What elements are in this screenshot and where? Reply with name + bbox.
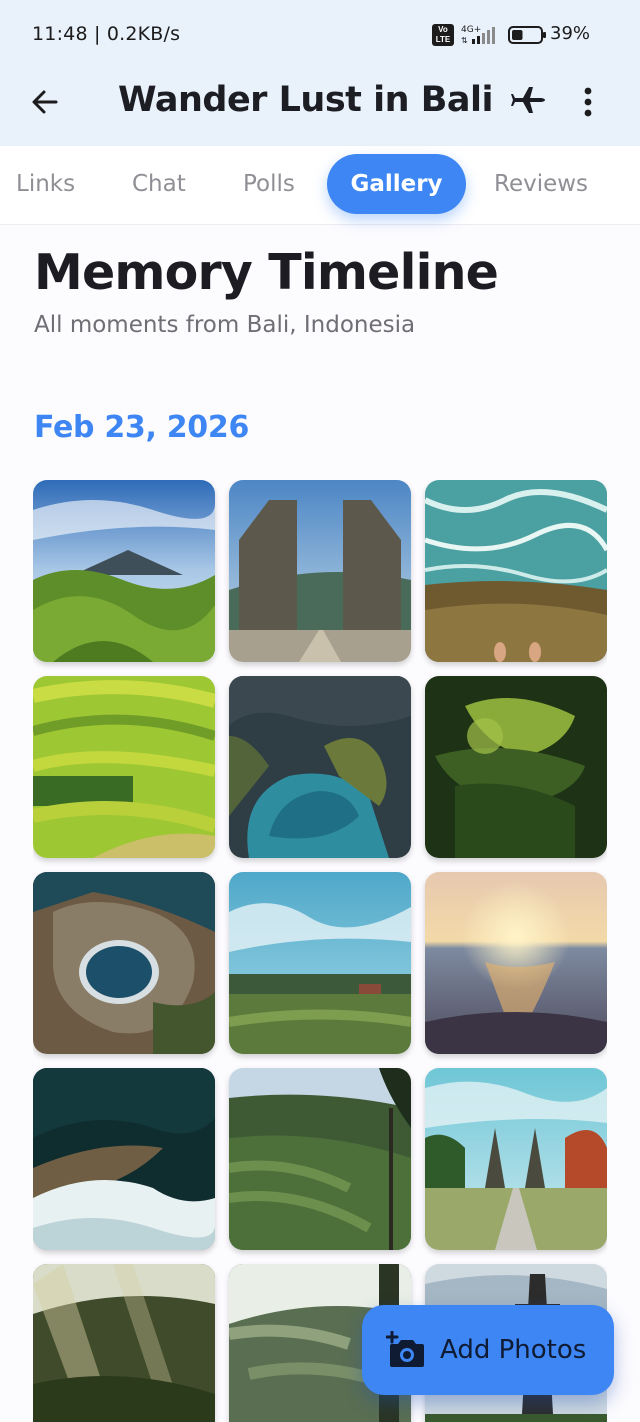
- more-vertical-icon[interactable]: [570, 82, 606, 122]
- photo-thumbnail[interactable]: [229, 480, 411, 662]
- date-group-label: Feb 23, 2026: [34, 410, 250, 445]
- svg-text:4G+: 4G+: [461, 25, 481, 35]
- add-photos-button[interactable]: Add Photos: [362, 1305, 614, 1395]
- tab-chat[interactable]: Chat: [132, 154, 186, 214]
- app-bar: Wander Lust in Bali: [0, 70, 640, 146]
- add-photo-icon: [386, 1331, 424, 1367]
- photo-grid: [33, 480, 607, 1422]
- photo-thumbnail[interactable]: [425, 872, 607, 1054]
- photo-thumbnail[interactable]: [33, 676, 215, 858]
- photo-thumbnail[interactable]: [33, 1264, 215, 1422]
- tab-reviews[interactable]: Reviews: [494, 154, 588, 214]
- photo-thumbnail[interactable]: [425, 480, 607, 662]
- status-bar: 11:48 | 0.2KB/s Vo LTE 4G+ ⇅ 39%: [0, 0, 640, 70]
- tab-gallery[interactable]: Gallery: [327, 154, 466, 214]
- status-time: 11:48 | 0.2KB/s: [32, 23, 181, 45]
- airplane-icon: [510, 87, 545, 113]
- photo-thumbnail[interactable]: [229, 1068, 411, 1250]
- tab-polls[interactable]: Polls: [243, 154, 295, 214]
- photo-thumbnail[interactable]: [229, 872, 411, 1054]
- signal-icon: 4G+ ⇅: [461, 25, 495, 45]
- add-photos-label: Add Photos: [440, 1335, 587, 1365]
- volte-icon: Vo LTE: [432, 24, 454, 46]
- svg-text:⇅: ⇅: [461, 36, 468, 45]
- photo-thumbnail[interactable]: [33, 1068, 215, 1250]
- photo-thumbnail[interactable]: [425, 676, 607, 858]
- photo-thumbnail[interactable]: [229, 676, 411, 858]
- photo-thumbnail[interactable]: [425, 1068, 607, 1250]
- photo-thumbnail[interactable]: [33, 480, 215, 662]
- section-heading: Memory Timeline: [34, 244, 499, 301]
- battery-percent: 39%: [550, 23, 591, 44]
- top-bar: 11:48 | 0.2KB/s Vo LTE 4G+ ⇅ 39% Wander …: [0, 0, 640, 146]
- tab-links[interactable]: Links: [16, 154, 75, 214]
- section-subheading: All moments from Bali, Indonesia: [34, 312, 416, 338]
- page-title-text: Wander Lust in Bali: [118, 80, 494, 120]
- page-title: Wander Lust in Bali: [118, 80, 545, 120]
- battery-icon: [508, 26, 546, 44]
- back-arrow-icon[interactable]: [26, 82, 66, 122]
- tab-bar: Links Chat Polls Gallery Reviews: [0, 146, 640, 225]
- photo-thumbnail[interactable]: [33, 872, 215, 1054]
